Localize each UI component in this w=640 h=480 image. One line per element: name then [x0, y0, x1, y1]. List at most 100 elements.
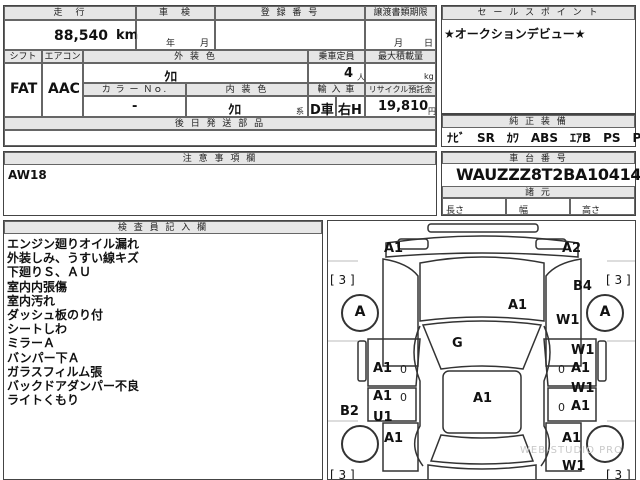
- inspector-notes: エンジン廻りオイル漏れ 外装しみ、うすい線キズ 下廻りＳ、ＡＵ 室内内張傷 室内…: [7, 237, 139, 407]
- damage-front-left-door: A1: [373, 361, 393, 376]
- mileage-value: 88,540: [54, 28, 109, 44]
- genuine-equipment-header: 純 正 装 備: [442, 115, 635, 128]
- damage-hood: A1: [508, 298, 528, 313]
- inspector-note: バックドアダンパー不良: [7, 379, 140, 394]
- spec-table: 走 行 車 検 登 録 番 号 譲渡書類期限 88,540 km 年 月 月 日…: [3, 5, 437, 147]
- inspector-note: 外装しみ、うすい線キズ: [7, 251, 140, 266]
- damage-front-right-door-w: W1: [571, 343, 595, 358]
- damage-rear-left-door-zero: 0: [400, 391, 407, 404]
- registration-cell: [215, 20, 365, 50]
- recycle-header: リサイクル預託金: [365, 83, 436, 96]
- damage-rear-right-w: W1: [562, 459, 586, 474]
- chassis-header: 車 台 番 号: [442, 152, 635, 164]
- inspector-note: バンパー下Ａ: [7, 350, 80, 365]
- genuine-equipment-box: 純 正 装 備 ﾅﾋﾞ SR ｶﾜ ABS ｴｱB PS PW: [441, 114, 640, 147]
- aircon-value: AAC: [48, 81, 80, 97]
- wheel-rear-left-icon: [341, 425, 379, 463]
- wheel-front-right-label: A: [599, 304, 611, 320]
- interior-color-value: ｸﾛ: [228, 103, 241, 118]
- damage-windshield: G: [452, 336, 463, 351]
- width-label: 幅: [519, 206, 529, 216]
- damage-front-left: A1: [384, 241, 404, 256]
- exterior-color-header: 外 装 色: [83, 50, 308, 63]
- wheel-rear-right-icon: [586, 425, 624, 463]
- sales-point-box: セ ー ル ス ポ イ ン ト ★オークションデビュー★: [441, 5, 636, 114]
- height-cell: [570, 198, 635, 215]
- damage-fender-right-w: W1: [556, 313, 580, 328]
- capacity-header: 乗車定員: [308, 50, 365, 63]
- shaken-header: 車 検: [136, 6, 215, 20]
- damage-front-left-door-zero: 0: [400, 363, 407, 376]
- wheel-front-left-icon: A: [341, 294, 379, 332]
- bracket-left-bottom: [ 3 ]: [330, 468, 355, 480]
- interior-color-header: 内 装 色: [186, 83, 308, 96]
- interior-color-unit: 系: [296, 107, 304, 116]
- max-load-unit: kg: [424, 72, 434, 81]
- color-no-value: -: [132, 99, 138, 114]
- watermark: WEB-STUDIO PRO: [520, 445, 623, 456]
- inspector-note: シートしわ: [7, 322, 68, 337]
- color-no-header: カ ラ ー Ｎｏ.: [83, 83, 186, 96]
- damage-quarter-left: B2: [340, 404, 359, 419]
- wheel-front-right-icon: A: [586, 294, 624, 332]
- wheel-front-left-label: A: [354, 304, 366, 320]
- damage-fender-right: B4: [573, 279, 592, 294]
- bracket-right-top: [ 3 ]: [606, 273, 631, 287]
- bracket-right-bottom: [ 3 ]: [606, 468, 631, 480]
- later-parts-cell: [4, 130, 436, 146]
- damage-rear-right-door-zero: 0: [558, 401, 565, 414]
- inspector-note: 室内汚れ: [7, 293, 56, 308]
- damage-rear-left-wheel: A1: [384, 431, 404, 446]
- inspector-note: ミラーＡ: [7, 336, 56, 351]
- genuine-equipment-items: ﾅﾋﾞ SR ｶﾜ ABS ｴｱB PS PW: [447, 131, 640, 145]
- damage-rear-left-door-u: U1: [373, 410, 393, 425]
- interior-color-cell: [186, 96, 308, 117]
- shaken-month-unit: 月: [200, 39, 210, 49]
- capacity-value: 4: [344, 66, 354, 81]
- length-label: 長さ: [446, 206, 465, 216]
- shift-header: シフト: [4, 50, 42, 63]
- dims-header: 諸 元: [442, 186, 635, 198]
- mileage-unit: km: [116, 28, 139, 43]
- shift-value: FAT: [10, 81, 38, 97]
- caution-header: 注 意 事 項 欄: [4, 152, 436, 165]
- transfer-doc-header: 譲渡書類期限: [365, 6, 436, 20]
- sales-point-text: ★オークションデビュー★: [444, 27, 586, 41]
- inspector-box: 検 査 員 記 入 欄 エンジン廻りオイル漏れ 外装しみ、うすい線キズ 下廻りＳ…: [3, 220, 323, 480]
- height-label: 高さ: [582, 206, 601, 216]
- inspector-note: ダッシュ板のり付: [7, 308, 104, 323]
- recycle-value: 19,810: [378, 99, 429, 114]
- inspector-note: ガラスフィルム張: [7, 364, 103, 379]
- inspector-note: ライトくもり: [7, 393, 80, 408]
- damage-roof: A1: [473, 391, 493, 406]
- damage-rear-right-door-a: A1: [571, 399, 591, 414]
- chassis-number: WAUZZZ8T2BA104144: [456, 165, 640, 184]
- chassis-box: 車 台 番 号 WAUZZZ8T2BA104144 諸 元 長さ 幅 高さ: [441, 151, 640, 216]
- max-load-header: 最大積載量: [365, 50, 436, 63]
- inspector-header: 検 査 員 記 入 欄: [4, 221, 322, 234]
- car-diagram-box: A A [ 3 ] [ 3 ] [ 3 ] [ 3 ] A1 A2 B4 A1 …: [327, 220, 636, 480]
- damage-rear-right-door-w: W1: [571, 381, 595, 396]
- transfer-day-unit: 日: [424, 39, 434, 49]
- sales-point-header: セ ー ル ス ポ イ ン ト: [442, 6, 635, 20]
- inspector-note: 下廻りＳ、ＡＵ: [7, 265, 92, 280]
- bracket-left-top: [ 3 ]: [330, 273, 355, 287]
- caution-text: AW18: [8, 168, 47, 182]
- handle-value: 右H: [338, 103, 362, 118]
- import-header: 輸 入 車: [308, 83, 365, 96]
- exterior-color-cell: [83, 63, 308, 83]
- width-cell: [506, 198, 570, 215]
- damage-front-right-door-zero: 0: [558, 363, 565, 376]
- import-value: D車: [310, 103, 334, 118]
- later-parts-header: 後 日 発 送 部 品: [4, 117, 436, 130]
- inspector-note: エンジン廻りオイル漏れ: [7, 237, 140, 251]
- damage-front-right: A2: [562, 241, 582, 256]
- damage-rear-left-door-a: A1: [373, 389, 393, 404]
- damage-rear-right-wheel: A1: [562, 431, 582, 446]
- registration-header: 登 録 番 号: [215, 6, 365, 20]
- caution-box: 注 意 事 項 欄 AW18: [3, 151, 437, 216]
- capacity-unit: 人: [357, 73, 365, 82]
- damage-front-right-door: A1: [571, 361, 591, 376]
- shaken-year-unit: 年: [166, 39, 176, 49]
- aircon-header: エアコン: [42, 50, 83, 63]
